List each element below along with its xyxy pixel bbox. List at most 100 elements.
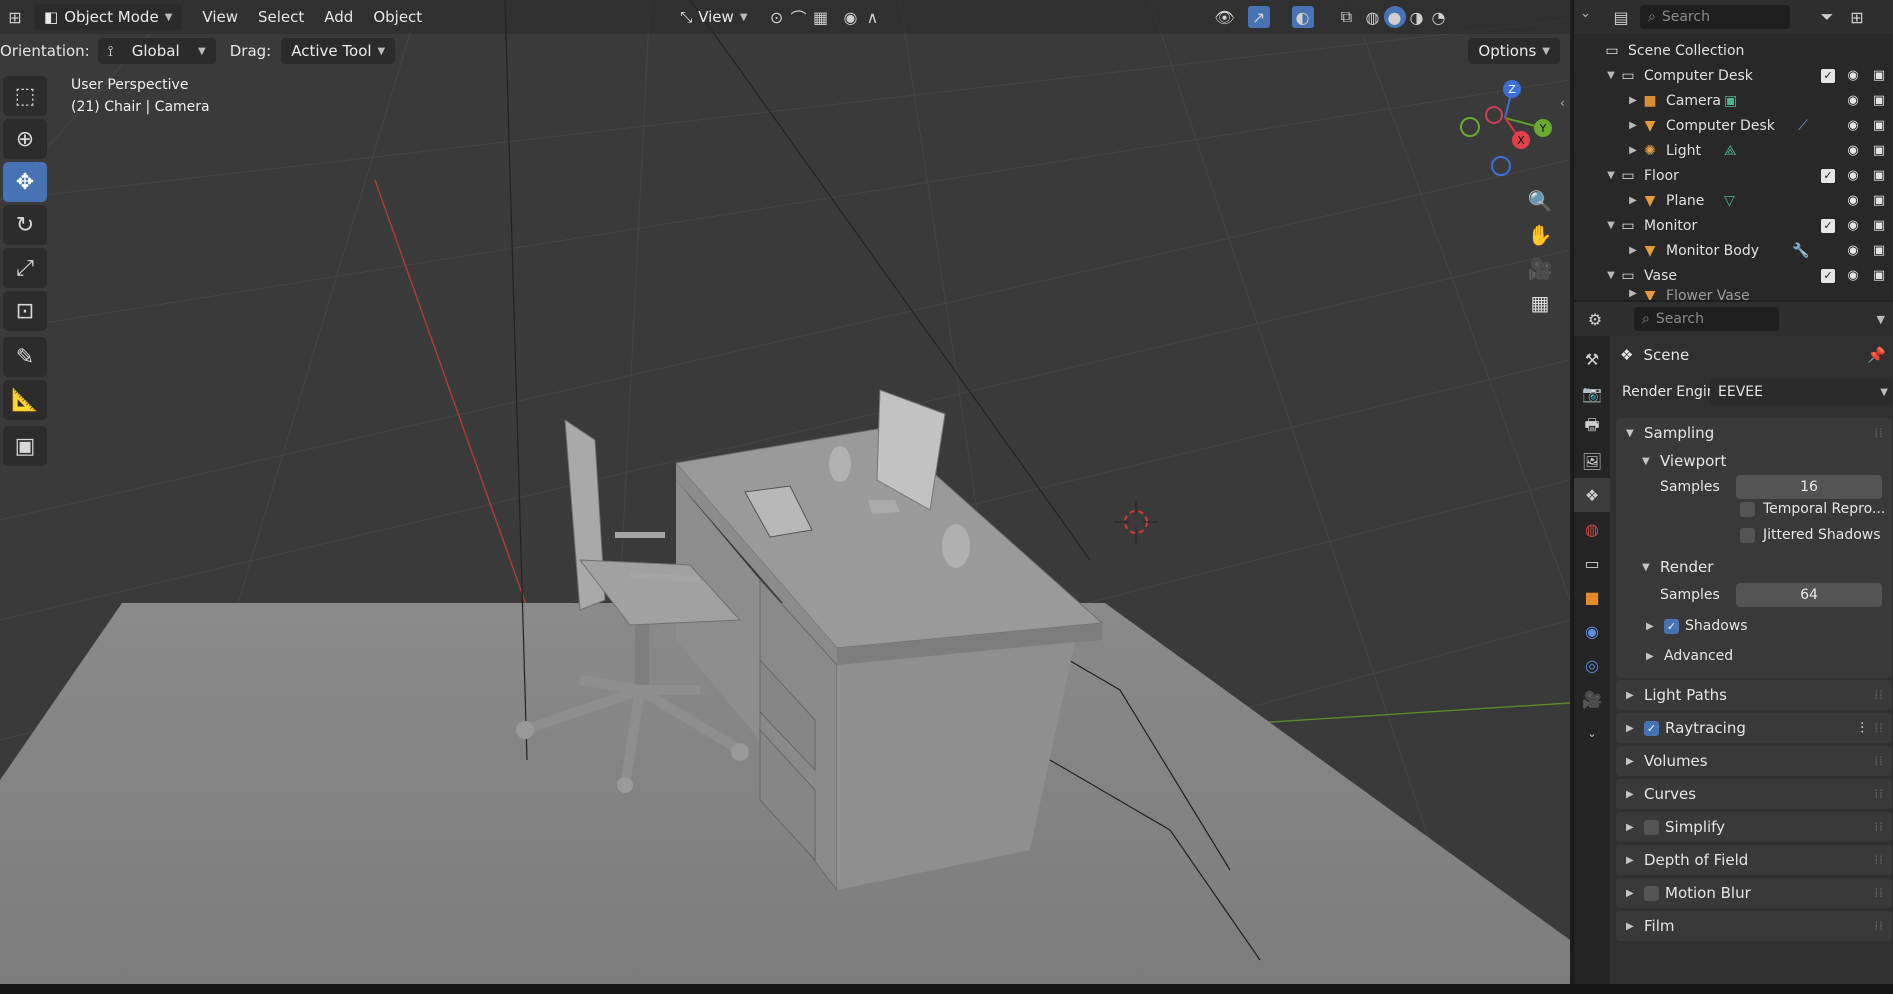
drag-handle-icon[interactable]: ⁞⁞ [1874, 886, 1884, 900]
visibility-icon[interactable]: 👁 [1214, 6, 1236, 28]
solid-shading-icon[interactable]: ● [1383, 6, 1406, 28]
add-cube-tool[interactable]: ▣ [3, 426, 47, 466]
material-shading-icon[interactable]: ◑ [1406, 6, 1428, 28]
new-collection-icon[interactable]: ⊞ [1846, 6, 1868, 28]
filter-icon[interactable]: ⏷ [1816, 6, 1838, 28]
tab-collection[interactable]: ▭ [1574, 546, 1610, 580]
tab-scene[interactable]: ❖ [1574, 478, 1610, 512]
chevron-down-icon[interactable]: ▼ [1604, 220, 1618, 231]
depth-of-field-panel[interactable]: ▶ Depth of Field ⁞⁞ [1616, 845, 1892, 875]
xray-icon[interactable]: ⧉ [1336, 6, 1358, 28]
presets-sliders-icon[interactable]: ⫶ [1860, 719, 1864, 737]
snap-icon[interactable]: ⊙ [766, 6, 788, 28]
exclude-checkbox[interactable]: ✓ [1821, 268, 1835, 283]
eye-icon[interactable]: ◉ [1845, 118, 1861, 133]
tree-row-collection[interactable]: ▼ ▭ Floor ✓ ◉ ▣ [1574, 163, 1893, 188]
render-camera-icon[interactable]: ▣ [1871, 168, 1887, 183]
exclude-checkbox[interactable]: ✓ [1821, 168, 1835, 183]
tree-row-collection[interactable]: ▼ ▭ Vase ✓ ◉ ▣ [1574, 263, 1893, 288]
curves-panel[interactable]: ▶ Curves ⁞⁞ [1616, 779, 1892, 809]
render-camera-icon[interactable]: ▣ [1871, 193, 1887, 208]
motion-blur-panel[interactable]: ▶ Motion Blur ⁞⁞ [1616, 878, 1892, 908]
menu-object[interactable]: Object [363, 8, 432, 26]
proportional-edit-icon[interactable]: ◉ [840, 6, 862, 28]
menu-select[interactable]: Select [248, 8, 314, 26]
chevron-right-icon[interactable]: ▶ [1626, 245, 1640, 256]
camera-view-button[interactable]: 🎥 [1523, 252, 1557, 286]
move-tool[interactable]: ✥ [3, 162, 47, 202]
chevron-right-icon[interactable]: ▶ [1626, 288, 1640, 299]
magnet-icon[interactable]: ⌒ [788, 6, 810, 28]
light-paths-panel[interactable]: ▶ Light Paths ⁞⁞ [1616, 680, 1892, 710]
drag-handle-icon[interactable]: ⁞⁞ [1874, 426, 1884, 440]
tree-row-collection[interactable]: ▼ ▭ Monitor ✓ ◉ ▣ [1574, 213, 1893, 238]
menu-view[interactable]: View [192, 8, 248, 26]
select-box-tool[interactable]: ⬚ [3, 76, 47, 116]
render-camera-icon[interactable]: ▣ [1871, 118, 1887, 133]
tab-object[interactable]: ■ [1574, 580, 1610, 614]
chevron-right-icon[interactable]: ▶ [1626, 95, 1640, 106]
properties-search[interactable]: ⌕ Search [1634, 307, 1779, 331]
tab-constraints[interactable]: ◎ [1574, 648, 1610, 682]
drag-handle-icon[interactable]: ⁞⁞ [1874, 853, 1884, 867]
shadows-row[interactable]: ▶ ✓ Shadows [1646, 618, 1748, 634]
tree-row-object[interactable]: ▶ ✺ Light ⟁ ◉ ▣ [1574, 138, 1893, 163]
drag-handle-icon[interactable]: ⁞⁞ [1874, 721, 1884, 735]
render-subpanel-header[interactable]: ▼ Render [1632, 554, 1713, 580]
tab-view-layer[interactable]: 🖼 [1574, 444, 1610, 478]
eye-icon[interactable]: ◉ [1845, 143, 1861, 158]
chevron-down-icon[interactable]: ▼ [1604, 70, 1618, 81]
temporal-reprojection-row[interactable]: Temporal Repro... [1740, 501, 1885, 517]
editor-type-icon[interactable]: ⌄ [1580, 6, 1591, 21]
viewport-samples-field[interactable]: 16 [1736, 475, 1882, 499]
chevron-down-icon[interactable]: ▼ [1604, 270, 1618, 281]
options-dropdown[interactable]: Options ▼ [1468, 38, 1560, 64]
tab-physics[interactable]: ◉ [1574, 614, 1610, 648]
overlay-toggle-icon[interactable]: ◐ [1291, 6, 1314, 28]
raytracing-panel[interactable]: ▶ ✓ Raytracing ⫶ ⁞⁞ [1616, 713, 1892, 743]
render-engine-dropdown[interactable]: EEVEE ▼ [1710, 379, 1893, 405]
tree-row-object[interactable]: ▶ ▼ Computer Desk ⟋ ◉ ▣ [1574, 113, 1893, 138]
drag-handle-icon[interactable]: ⁞⁞ [1874, 820, 1884, 834]
vase-right[interactable] [942, 524, 970, 568]
chevron-down-icon[interactable]: ▼ [1604, 170, 1618, 181]
display-mode-icon[interactable]: ▤ [1610, 6, 1632, 28]
render-samples-field[interactable]: 64 [1736, 583, 1882, 607]
zoom-button[interactable]: 🔍 [1523, 184, 1557, 218]
sampling-header[interactable]: ▼ Sampling ⁞⁞ [1616, 418, 1892, 448]
tab-world[interactable]: ◍ [1574, 512, 1610, 546]
editor-type-icon[interactable]: ⚙ [1584, 308, 1606, 330]
wireframe-shading-icon[interactable]: ◍ [1362, 6, 1384, 28]
tree-row-object[interactable]: ▶ ▼ Plane ▽ ◉ ▣ [1574, 188, 1893, 213]
perspective-toggle-button[interactable]: ▦ [1523, 286, 1557, 320]
3d-viewport[interactable]: Z Y X ⊞ ◧ Object Mode ▼ View Select Add … [0, 0, 1570, 994]
jittered-shadows-row[interactable]: Jittered Shadows [1740, 527, 1881, 543]
chevron-right-icon[interactable]: ▶ [1626, 195, 1640, 206]
vase-left[interactable] [829, 446, 851, 482]
tab-more[interactable]: ⌄ [1574, 716, 1610, 750]
eye-icon[interactable]: ◉ [1845, 218, 1861, 233]
render-camera-icon[interactable]: ▣ [1871, 218, 1887, 233]
navigation-gizmo[interactable]: Z Y X [1460, 80, 1552, 176]
scale-tool[interactable]: ⤢ [3, 248, 47, 288]
jittered-shadows-checkbox[interactable] [1740, 527, 1755, 543]
eye-icon[interactable]: ◉ [1845, 268, 1861, 283]
chevron-down-icon[interactable]: ▼ [1877, 313, 1885, 326]
drag-handle-icon[interactable]: ⁞⁞ [1874, 919, 1884, 933]
tree-row-scene-collection[interactable]: ▭ Scene Collection [1574, 38, 1893, 63]
motion-blur-checkbox[interactable] [1644, 885, 1659, 901]
annotate-tool[interactable]: ✎ [3, 337, 47, 377]
orientation-dropdown[interactable]: ⟟ Global ▼ [97, 38, 216, 64]
viewport-subpanel-header[interactable]: ▼ Viewport [1616, 448, 1892, 474]
editor-type-icon[interactable]: ⊞ [4, 6, 26, 28]
pan-button[interactable]: ✋ [1523, 218, 1557, 252]
tree-row-object-partial[interactable]: ▶ ▼ Flower Vase [1574, 288, 1893, 300]
chevron-right-icon[interactable]: ▶ [1626, 145, 1640, 156]
render-camera-icon[interactable]: ▣ [1871, 93, 1887, 108]
tree-row-collection[interactable]: ▼ ▭ Computer Desk ✓ ◉ ▣ [1574, 63, 1893, 88]
shadows-checkbox[interactable]: ✓ [1664, 618, 1679, 634]
3d-cursor[interactable] [1114, 500, 1158, 544]
cursor-tool[interactable]: ⊕ [3, 119, 47, 159]
rendered-shading-icon[interactable]: ◔ [1428, 6, 1450, 28]
render-camera-icon[interactable]: ▣ [1871, 68, 1887, 83]
